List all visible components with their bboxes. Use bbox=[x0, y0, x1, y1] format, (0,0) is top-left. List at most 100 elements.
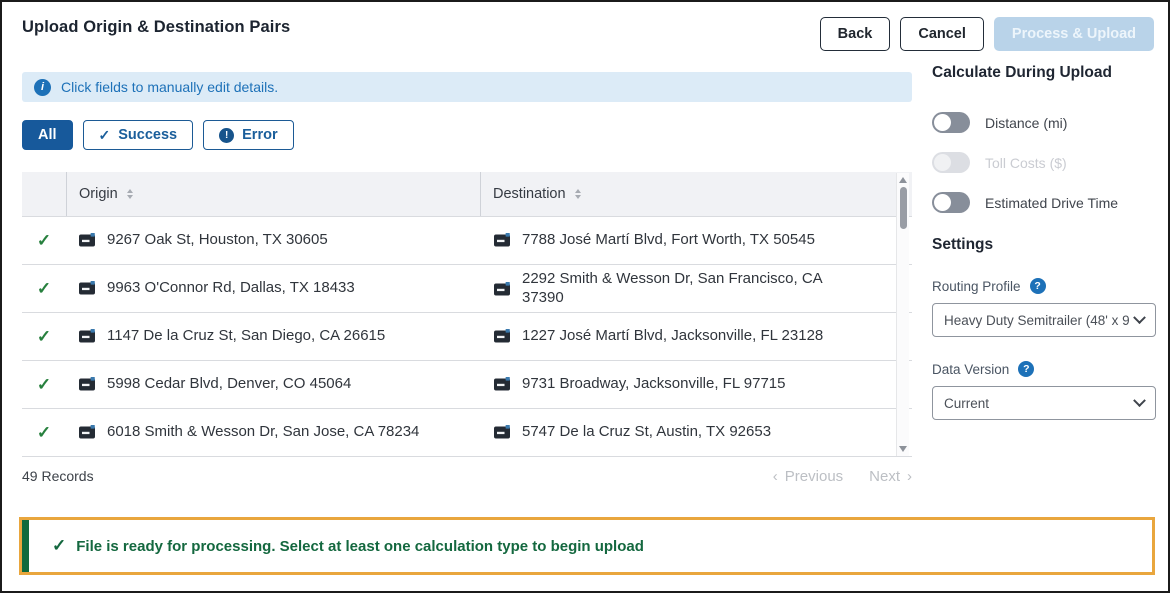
routing-profile-select[interactable]: Heavy Duty Semitrailer (48' x 96" bbox=[932, 303, 1156, 337]
row-status-cell: ✓ bbox=[22, 279, 66, 299]
toggle-row: Distance (mi) bbox=[932, 112, 1158, 133]
destination-address[interactable]: 9731 Broadway, Jacksonville, FL 97715 bbox=[522, 375, 786, 393]
status-column-header bbox=[22, 172, 66, 216]
data-version-select[interactable]: Current bbox=[932, 386, 1156, 420]
origin-cell: 9963 O'Connor Rd, Dallas, TX 18433 bbox=[66, 279, 480, 297]
address-card-icon bbox=[494, 425, 511, 439]
origin-cell: 1147 De la Cruz St, San Diego, CA 26615 bbox=[66, 327, 480, 345]
address-card-icon bbox=[79, 329, 96, 343]
filter-success[interactable]: ✓ Success bbox=[83, 120, 194, 150]
origin-address[interactable]: 6018 Smith & Wesson Dr, San Jose, CA 782… bbox=[107, 423, 419, 441]
origin-address[interactable]: 9267 Oak St, Houston, TX 30605 bbox=[107, 231, 328, 249]
destination-address[interactable]: 7788 José Martí Blvd, Fort Worth, TX 505… bbox=[522, 231, 815, 249]
row-status-cell: ✓ bbox=[22, 423, 66, 443]
success-check-icon: ✓ bbox=[37, 279, 51, 299]
previous-label: Previous bbox=[785, 468, 843, 485]
filter-error-label: Error bbox=[242, 127, 277, 143]
routing-profile-label-text: Routing Profile bbox=[932, 279, 1021, 294]
chevron-right-icon: › bbox=[907, 468, 912, 485]
data-version-label-text: Data Version bbox=[932, 362, 1009, 377]
destination-cell: 9731 Broadway, Jacksonville, FL 97715 bbox=[480, 375, 912, 393]
next-page-button[interactable]: Next › bbox=[869, 468, 912, 485]
info-banner-text: Click fields to manually edit details. bbox=[61, 79, 278, 95]
table-footer: 49 Records ‹ Previous Next › bbox=[22, 461, 912, 491]
table-row: ✓ 9963 O'Connor Rd, Dallas, TX 18433 229… bbox=[22, 265, 912, 313]
destination-address[interactable]: 1227 José Martí Blvd, Jacksonville, FL 2… bbox=[522, 327, 823, 345]
status-banner: ✓ File is ready for processing. Select a… bbox=[19, 517, 1155, 575]
settings-heading: Settings bbox=[932, 236, 1158, 254]
data-version-value: Current bbox=[944, 396, 1129, 411]
check-icon: ✓ bbox=[99, 127, 111, 144]
origin-cell: 9267 Oak St, Houston, TX 30605 bbox=[66, 231, 480, 249]
routing-profile-value: Heavy Duty Semitrailer (48' x 96" bbox=[944, 313, 1129, 328]
filter-error[interactable]: ! Error bbox=[203, 120, 293, 150]
destination-cell: 1227 José Martí Blvd, Jacksonville, FL 2… bbox=[480, 327, 912, 345]
scrollbar-thumb[interactable] bbox=[900, 187, 907, 229]
table-scrollbar[interactable] bbox=[896, 173, 909, 456]
info-banner: i Click fields to manually edit details. bbox=[22, 72, 912, 102]
address-card-icon bbox=[79, 425, 96, 439]
origin-address[interactable]: 5998 Cedar Blvd, Denver, CO 45064 bbox=[107, 375, 351, 393]
status-banner-content: ✓ File is ready for processing. Select a… bbox=[29, 520, 644, 572]
cancel-button[interactable]: Cancel bbox=[900, 17, 984, 51]
address-card-icon bbox=[79, 377, 96, 391]
chevron-down-icon bbox=[1133, 311, 1146, 324]
origin-address[interactable]: 9963 O'Connor Rd, Dallas, TX 18433 bbox=[107, 279, 355, 297]
toggle-list: Distance (mi) Toll Costs ($) Estimated D… bbox=[932, 112, 1158, 213]
table-row: ✓ 9267 Oak St, Houston, TX 30605 7788 Jo… bbox=[22, 217, 912, 265]
toggle-row: Toll Costs ($) bbox=[932, 152, 1158, 173]
help-icon[interactable]: ? bbox=[1030, 278, 1046, 294]
pairs-table: Origin Destination ✓ 9267 Oak St, Housto… bbox=[22, 172, 912, 457]
help-icon[interactable]: ? bbox=[1018, 361, 1034, 377]
origin-address[interactable]: 1147 De la Cruz St, San Diego, CA 26615 bbox=[107, 327, 385, 345]
toggle-switch[interactable] bbox=[932, 112, 970, 133]
status-banner-accent-bar bbox=[22, 520, 29, 572]
destination-cell: 5747 De la Cruz St, Austin, TX 92653 bbox=[480, 423, 912, 441]
sort-icon bbox=[575, 189, 581, 199]
sidebar: Calculate During Upload Distance (mi) To… bbox=[932, 64, 1158, 420]
destination-address[interactable]: 5747 De la Cruz St, Austin, TX 92653 bbox=[522, 423, 771, 441]
back-button[interactable]: Back bbox=[820, 17, 891, 51]
origin-cell: 6018 Smith & Wesson Dr, San Jose, CA 782… bbox=[66, 423, 480, 441]
toggle-switch[interactable] bbox=[932, 152, 970, 173]
toolbar: Back Cancel Process & Upload bbox=[820, 17, 1154, 51]
table-body: ✓ 9267 Oak St, Houston, TX 30605 7788 Jo… bbox=[22, 217, 912, 457]
row-status-cell: ✓ bbox=[22, 375, 66, 395]
toggle-row: Estimated Drive Time bbox=[932, 192, 1158, 213]
previous-page-button[interactable]: ‹ Previous bbox=[773, 468, 843, 485]
toggle-label: Toll Costs ($) bbox=[985, 155, 1067, 171]
destination-column-label: Destination bbox=[493, 186, 566, 202]
origin-column-header[interactable]: Origin bbox=[66, 172, 480, 216]
upload-origin-destination-dialog: Upload Origin & Destination Pairs Back C… bbox=[0, 0, 1170, 593]
success-check-icon: ✓ bbox=[37, 231, 51, 251]
chevron-down-icon bbox=[1133, 394, 1146, 407]
scroll-up-icon[interactable] bbox=[899, 177, 907, 183]
error-icon: ! bbox=[219, 128, 234, 143]
sort-icon bbox=[127, 189, 133, 199]
toggle-label: Distance (mi) bbox=[985, 115, 1067, 131]
address-card-icon bbox=[79, 281, 96, 295]
address-card-icon bbox=[494, 282, 511, 296]
destination-cell: 7788 José Martí Blvd, Fort Worth, TX 505… bbox=[480, 231, 912, 249]
toggle-switch[interactable] bbox=[932, 192, 970, 213]
address-card-icon bbox=[494, 233, 511, 247]
toggle-label: Estimated Drive Time bbox=[985, 195, 1118, 211]
filter-all-label: All bbox=[38, 127, 57, 143]
address-card-icon bbox=[494, 329, 511, 343]
destination-address[interactable]: 2292 Smith & Wesson Dr, San Francisco, C… bbox=[522, 270, 864, 307]
table-row: ✓ 5998 Cedar Blvd, Denver, CO 45064 9731… bbox=[22, 361, 912, 409]
filter-all[interactable]: All bbox=[22, 120, 73, 150]
table-row: ✓ 1147 De la Cruz St, San Diego, CA 2661… bbox=[22, 313, 912, 361]
page-title: Upload Origin & Destination Pairs bbox=[22, 18, 290, 37]
destination-column-header[interactable]: Destination bbox=[480, 172, 912, 216]
record-count: 49 Records bbox=[22, 468, 94, 484]
data-version-label: Data Version ? bbox=[932, 361, 1158, 377]
chevron-left-icon: ‹ bbox=[773, 468, 778, 485]
success-check-icon: ✓ bbox=[37, 423, 51, 443]
address-card-icon bbox=[79, 233, 96, 247]
scroll-down-icon[interactable] bbox=[899, 446, 907, 452]
destination-cell: 2292 Smith & Wesson Dr, San Francisco, C… bbox=[480, 270, 912, 307]
next-label: Next bbox=[869, 468, 900, 485]
status-banner-text: File is ready for processing. Select at … bbox=[76, 538, 644, 555]
process-upload-button[interactable]: Process & Upload bbox=[994, 17, 1154, 51]
